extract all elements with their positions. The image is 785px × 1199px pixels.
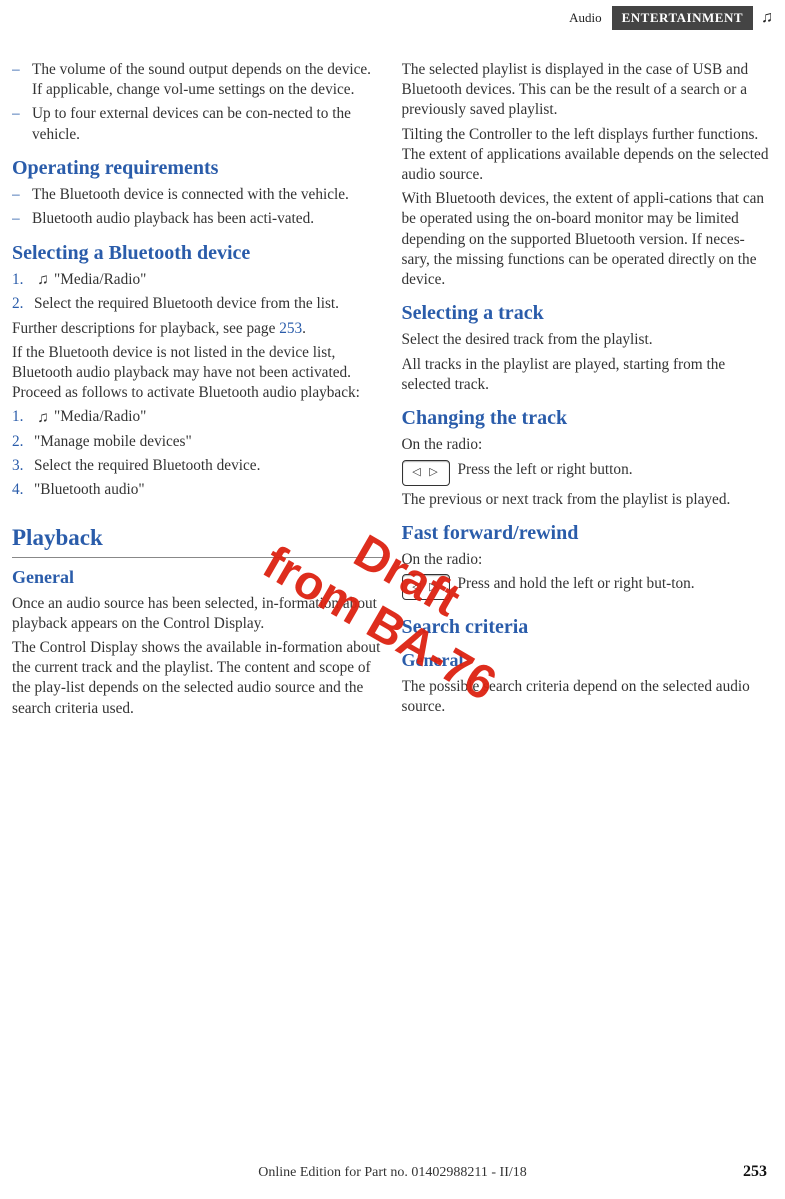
header-entertainment-label: ENTERTAINMENT xyxy=(612,6,753,30)
step-number: 1. xyxy=(12,270,34,291)
dash-bullet-icon: – xyxy=(12,104,32,144)
left-column: –The volume of the sound output depends … xyxy=(12,56,384,723)
button-instruction-row: ◁ ▷ Press the left or right button. xyxy=(402,460,774,486)
step-number: 4. xyxy=(12,480,34,500)
list-item: –The volume of the sound output depends … xyxy=(12,60,384,100)
prev-next-button-icon: ◁ ▷ xyxy=(402,460,450,486)
heading-selecting-track: Selecting a track xyxy=(402,300,774,326)
page-header: Audio ENTERTAINMENT ♫ xyxy=(0,6,785,30)
footer-edition: Online Edition for Part no. 01402988211 … xyxy=(0,1165,785,1181)
step-number: 1. xyxy=(12,407,34,428)
page-number: 253 xyxy=(743,1163,767,1181)
step-text: Select the required Bluetooth device fro… xyxy=(34,294,384,314)
paragraph: On the radio: xyxy=(402,435,774,455)
step-text: ♫"Media/Radio" xyxy=(34,270,384,291)
step-label: "Media/Radio" xyxy=(54,408,146,425)
dash-bullet-icon: – xyxy=(12,209,32,229)
heading-fast-forward-rewind: Fast forward/rewind xyxy=(402,520,774,546)
step-number: 2. xyxy=(12,294,34,314)
dash-bullet-icon: – xyxy=(12,185,32,205)
paragraph: The Control Display shows the available … xyxy=(12,638,384,719)
step-number: 2. xyxy=(12,432,34,452)
music-note-icon: ♫ xyxy=(34,270,52,290)
list-item: –Up to four external devices can be con‐… xyxy=(12,104,384,144)
paragraph: Once an audio source has been selected, … xyxy=(12,594,384,634)
instruction-text: Press and hold the left or right but‐ton… xyxy=(458,574,774,594)
prev-next-button-icon: ◁ ▷ xyxy=(402,574,450,600)
paragraph: On the radio: xyxy=(402,550,774,570)
bullet-text: Up to four external devices can be con‐n… xyxy=(32,104,384,144)
step-text: "Manage mobile devices" xyxy=(34,432,384,452)
paragraph: All tracks in the playlist are played, s… xyxy=(402,355,774,395)
step-item: 4."Bluetooth audio" xyxy=(12,480,384,500)
heading-operating-requirements: Operating requirements xyxy=(12,155,384,181)
paragraph: The previous or next track from the play… xyxy=(402,490,774,510)
bullet-text: The Bluetooth device is connected with t… xyxy=(32,185,384,205)
music-note-icon: ♫ xyxy=(34,408,52,428)
right-column: The selected playlist is displayed in th… xyxy=(402,56,774,723)
header-audio-label: Audio xyxy=(559,6,612,30)
page-columns: –The volume of the sound output depends … xyxy=(0,56,785,723)
heading-playback: Playback xyxy=(12,523,384,553)
music-note-icon: ♫ xyxy=(755,6,779,30)
heading-selecting-bluetooth: Selecting a Bluetooth device xyxy=(12,240,384,266)
section-divider xyxy=(12,557,384,558)
bullet-text: Bluetooth audio playback has been acti‐v… xyxy=(32,209,384,229)
step-text: "Bluetooth audio" xyxy=(34,480,384,500)
button-instruction-row: ◁ ▷ Press and hold the left or right but… xyxy=(402,574,774,600)
subheading-general: General xyxy=(402,649,774,673)
step-item: 2.Select the required Bluetooth device f… xyxy=(12,294,384,314)
step-text: Select the required Bluetooth device. xyxy=(34,456,384,476)
list-item: –The Bluetooth device is connected with … xyxy=(12,185,384,205)
paragraph: Select the desired track from the playli… xyxy=(402,330,774,350)
paragraph: If the Bluetooth device is not listed in… xyxy=(12,343,384,404)
page-reference-link[interactable]: 253 xyxy=(279,320,302,337)
para-text: Further descriptions for playback, see p… xyxy=(12,320,279,337)
paragraph: With Bluetooth devices, the extent of ap… xyxy=(402,189,774,290)
step-item: 2."Manage mobile devices" xyxy=(12,432,384,452)
paragraph: Further descriptions for playback, see p… xyxy=(12,319,384,339)
dash-bullet-icon: – xyxy=(12,60,32,100)
paragraph: The selected playlist is displayed in th… xyxy=(402,60,774,121)
step-item: 3.Select the required Bluetooth device. xyxy=(12,456,384,476)
heading-changing-track: Changing the track xyxy=(402,405,774,431)
paragraph: The possible search criteria depend on t… xyxy=(402,677,774,717)
paragraph: Tilting the Controller to the left displ… xyxy=(402,125,774,186)
instruction-text: Press the left or right button. xyxy=(458,460,774,480)
para-text: . xyxy=(302,320,306,337)
step-number: 3. xyxy=(12,456,34,476)
list-item: –Bluetooth audio playback has been acti‐… xyxy=(12,209,384,229)
step-text: ♫"Media/Radio" xyxy=(34,407,384,428)
subheading-general: General xyxy=(12,566,384,590)
bullet-text: The volume of the sound output depends o… xyxy=(32,60,384,100)
step-item: 1.♫"Media/Radio" xyxy=(12,270,384,291)
step-item: 1.♫"Media/Radio" xyxy=(12,407,384,428)
step-label: "Media/Radio" xyxy=(54,271,146,288)
heading-search-criteria: Search criteria xyxy=(402,614,774,640)
